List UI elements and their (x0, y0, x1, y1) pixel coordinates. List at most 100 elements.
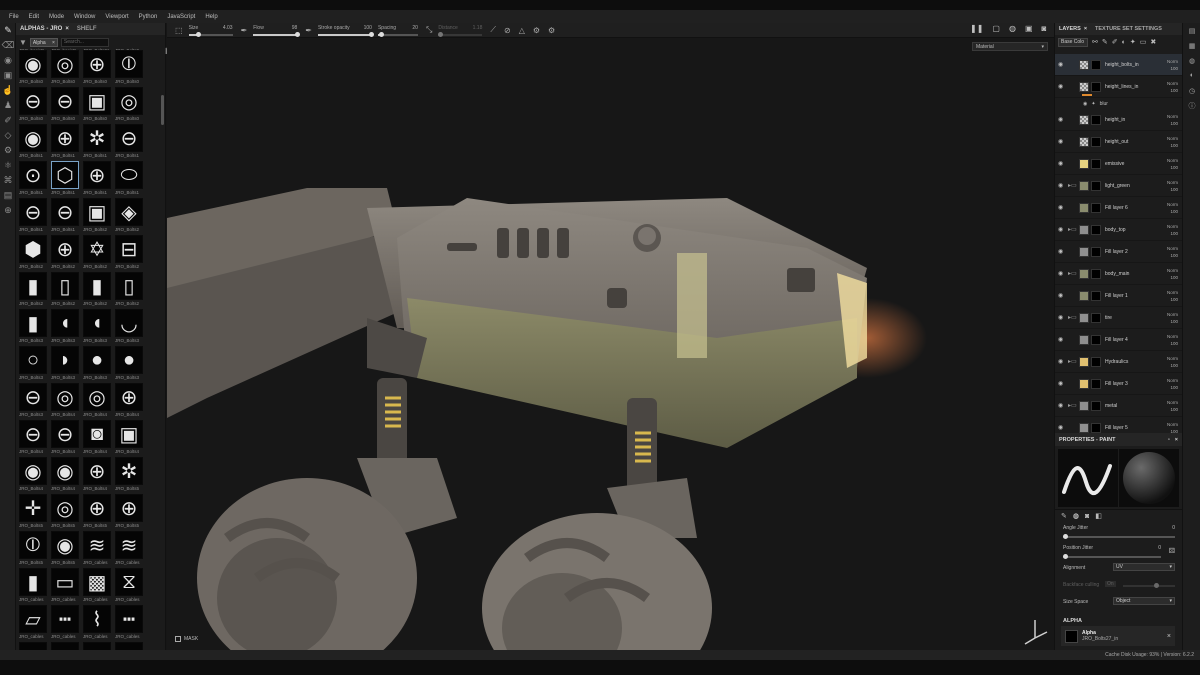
alpha-thumbnail-item[interactable]: ⦶ JRO_Bolts5 (19, 531, 47, 568)
layer-blend-opacity[interactable]: Norm 100 (1167, 58, 1178, 72)
layer-mask-thumbnail[interactable] (1091, 378, 1101, 389)
alpha-thumbnail-item[interactable]: ▩ JRO_cables (83, 568, 111, 605)
alpha-thumbnail-item[interactable]: ⊖ JRO_Bolts1 (115, 124, 143, 161)
alpha-thumbnail-item[interactable]: ⊕ JRO_Bolts4 (115, 383, 143, 420)
mirror-settings-icon[interactable]: ⚙ (533, 26, 540, 35)
alpha-thumbnail-item[interactable]: ○ JRO_Bolts3 (19, 346, 47, 383)
display-icon[interactable]: ▣ (1025, 24, 1033, 33)
layer-row[interactable]: ◉ ▸▭ metal Norm 100 (1055, 395, 1183, 417)
eye-visibility-icon[interactable]: ◉ (1058, 336, 1066, 343)
alpha-thumbnail-item[interactable]: ◖ JRO_Bolts3 (51, 309, 79, 346)
mask-checkbox[interactable] (175, 636, 181, 642)
alpha-thumbnail-item[interactable]: ⊕ JRO_Bolts4 (83, 457, 111, 494)
alpha-thumbnail-item[interactable]: ⊖ JRO_Bolts3 (19, 383, 47, 420)
layer-mask-thumbnail[interactable] (1091, 180, 1101, 191)
alpha-thumbnail-item[interactable]: ⊕ JRO_Bolts1 (51, 124, 79, 161)
brush-tab-icon[interactable]: ✎ (1061, 512, 1067, 520)
layer-mask-thumbnail[interactable] (1091, 422, 1101, 433)
alpha-thumbnail-item[interactable]: ≋ JRO_cables (83, 531, 111, 568)
link-icon[interactable]: ⚯ (1092, 38, 1098, 46)
alpha-thumbnail-item[interactable]: ▮ JRO_Bolts2 (83, 272, 111, 309)
geometry-mask-icon[interactable]: ◇ (0, 128, 16, 143)
layer-row[interactable]: ◉ ▸▭ body_top Norm 100 (1055, 219, 1183, 241)
alpha-thumbnail-item[interactable]: ◉ JRO_Bolts4 (19, 457, 47, 494)
alpha-thumbnail-item[interactable]: ▣ JRO_Bolts0 (83, 87, 111, 124)
render-icon[interactable]: ◍ (1009, 24, 1016, 33)
eye-visibility-icon[interactable]: ◉ (1058, 182, 1066, 189)
eye-visibility-icon[interactable]: ◉ (1058, 83, 1066, 90)
layers-icon[interactable]: ▤ (1183, 23, 1200, 38)
alpha-thumbnail-item[interactable]: ⊕ JRO_Bolts1 (83, 161, 111, 198)
eye-visibility-icon[interactable]: ◉ (1058, 138, 1066, 145)
layer-mask-thumbnail[interactable] (1091, 202, 1101, 213)
layer-row[interactable]: ◉ ▸▭ tire Norm 100 (1055, 307, 1183, 329)
alpha-thumbnail-item[interactable]: ⊖ JRO_Bolts1 (51, 198, 79, 235)
layer-mask-thumbnail[interactable] (1091, 114, 1101, 125)
layer-mask-thumbnail[interactable] (1091, 158, 1101, 169)
alpha-thumbnail-item[interactable]: ┅ JRO_cables (51, 605, 79, 642)
lazy-mouse-icon[interactable]: ⤡ (426, 25, 432, 35)
layer-row[interactable]: ◉ Fill layer 6 Norm 100 (1055, 197, 1183, 219)
eye-visibility-icon[interactable]: ◉ (1083, 101, 1087, 107)
stencil-tab-icon[interactable]: ◙ (1085, 513, 1089, 520)
close-icon[interactable]: × (52, 40, 55, 46)
alpha-thumbnail-item[interactable]: ⊖ JRO_Bolts4 (51, 420, 79, 457)
polygon-fill-icon[interactable]: ▣ (0, 68, 16, 83)
shelf-search-input[interactable]: Search... (60, 38, 109, 47)
texture-set-icon[interactable]: ▦ (1183, 38, 1200, 53)
symmetry-brush-icon[interactable]: ⟋ (490, 25, 496, 35)
close-icon[interactable]: × (65, 26, 69, 32)
alpha-thumbnail-item[interactable]: ⊕ JRO_Bolts5 (83, 494, 111, 531)
color-picker-icon[interactable]: ✐ (0, 113, 16, 128)
menu-item-python[interactable]: Python (134, 14, 163, 20)
folder-icon[interactable]: ▸▭ (1068, 314, 1077, 321)
3d-viewport[interactable]: Material ▾ MASK (167, 38, 1054, 650)
layer-mask-thumbnail[interactable] (1091, 356, 1101, 367)
alpha-thumbnail-item[interactable]: ⌇ JRO_cables (83, 605, 111, 642)
layer-blend-opacity[interactable]: Norm 100 (1167, 289, 1178, 303)
display-settings-icon[interactable]: ◍ (1183, 53, 1200, 68)
projection-icon[interactable]: ◉ (0, 53, 16, 68)
help-icon[interactable]: ⊕ (0, 203, 16, 218)
alpha-tab-icon[interactable]: ◧ (1095, 512, 1102, 520)
layer-blend-opacity[interactable]: Norm 100 (1167, 80, 1178, 94)
position-jitter-row[interactable]: Position Jitter 0 ⚄ (1063, 545, 1175, 559)
eye-visibility-icon[interactable]: ◉ (1058, 204, 1066, 211)
filter-chip-alpha[interactable]: Alpha × (29, 38, 58, 47)
eye-visibility-icon[interactable]: ◉ (1058, 116, 1066, 123)
mask-toggle[interactable]: MASK (175, 636, 198, 642)
folder-icon[interactable]: ▸▭ (1068, 226, 1077, 233)
layer-row[interactable]: ◉ height_in Norm 100 (1055, 109, 1183, 131)
layer-blend-opacity[interactable]: Norm 100 (1167, 135, 1178, 149)
flow-param[interactable]: Flow 98 (253, 25, 300, 37)
alpha-thumbnail-item[interactable]: ▯ JRO_Bolts2 (115, 272, 143, 309)
layer-blend-opacity[interactable]: Norm 100 (1167, 223, 1178, 237)
tab-texture-set-settings[interactable]: TEXTURE SET SETTINGS (1091, 26, 1166, 32)
menu-item-window[interactable]: Window (69, 14, 100, 20)
folder-icon[interactable]: ▸▭ (1068, 358, 1077, 365)
pen-pressure-icon[interactable]: ✒ (241, 26, 248, 35)
menu-item-edit[interactable]: Edit (24, 14, 44, 20)
layer-mask-thumbnail[interactable] (1091, 224, 1101, 235)
layer-blend-opacity[interactable]: Norm 100 (1167, 355, 1178, 369)
alpha-thumbnail-item[interactable]: ● JRO_Bolts3 (115, 346, 143, 383)
alpha-thumbnail-item[interactable]: ✲ JRO_Bolts5 (115, 457, 143, 494)
channel-select[interactable]: Base Colo (1058, 37, 1088, 47)
alpha-thumbnail-item[interactable]: ✲ JRO_Bolts1 (83, 124, 111, 161)
layer-blend-opacity[interactable]: Norm 100 (1167, 157, 1178, 171)
alpha-thumbnail-item[interactable]: ▮ JRO_Bolts2 (19, 272, 47, 309)
eye-visibility-icon[interactable]: ◉ (1058, 160, 1066, 167)
alpha-thumbnail-item[interactable]: ⊕ JRO_Bolts0 (83, 50, 111, 87)
menu-item-file[interactable]: File (4, 14, 24, 20)
history-icon[interactable]: ◷ (1183, 83, 1200, 98)
layer-row[interactable]: ◉ ▸▭ body_main Norm 100 (1055, 263, 1183, 285)
random-seed-icon[interactable]: ⚄ (1169, 547, 1175, 555)
trash-icon[interactable]: ✖ (1150, 38, 1156, 46)
layer-blend-opacity[interactable]: Norm 100 (1167, 179, 1178, 193)
folder-icon[interactable]: ▸▭ (1068, 402, 1077, 409)
alpha-thumbnail-item[interactable]: ⊖ JRO_Bolts4 (19, 420, 47, 457)
eye-visibility-icon[interactable]: ◉ (1058, 402, 1066, 409)
paint-layer-icon[interactable]: ✎ (1102, 38, 1108, 46)
alpha-thumbnail-item[interactable]: ◈ JRO_Bolts2 (115, 198, 143, 235)
eye-visibility-icon[interactable]: ◉ (1058, 226, 1066, 233)
